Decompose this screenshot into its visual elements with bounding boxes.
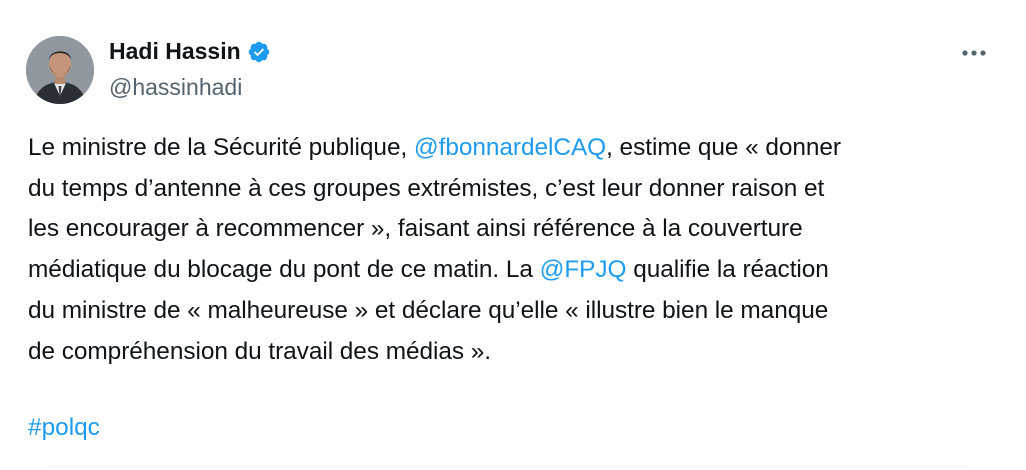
more-options-button[interactable] (956, 38, 992, 68)
hashtag-link[interactable]: #polqc (28, 414, 100, 441)
hashtag-line: #polqc (28, 408, 100, 448)
avatar[interactable] (26, 36, 94, 104)
mention-link[interactable]: @fbonnardelCAQ (414, 134, 606, 161)
tweet-card: Hadi Hassin @hassinhadi Le ministre de l… (0, 0, 1026, 470)
tweet-line: les encourager à recommencer », faisant … (28, 215, 803, 243)
divider (48, 466, 968, 467)
mention-link[interactable]: @FPJQ (540, 256, 627, 283)
more-options-icon (962, 50, 986, 56)
author-name-row: Hadi Hassin (109, 38, 271, 65)
tweet-line: Le ministre de la Sécurité publique, @fb… (28, 134, 841, 161)
tweet-line: du temps d’antenne à ces groupes extrémi… (28, 174, 825, 202)
tweet-line: de compréhension du travail des médias »… (28, 337, 491, 365)
avatar-photo (26, 36, 94, 104)
author-display-name[interactable]: Hadi Hassin (109, 38, 241, 65)
tweet-text: Le ministre de la Sécurité publique, @fb… (28, 128, 1003, 372)
author-handle[interactable]: @hassinhadi (109, 74, 242, 101)
verified-badge-icon[interactable] (247, 40, 271, 64)
tweet-line: du ministre de « malheureuse » et déclar… (28, 296, 829, 324)
tweet-line: médiatique du blocage du pont de ce mati… (28, 256, 829, 284)
